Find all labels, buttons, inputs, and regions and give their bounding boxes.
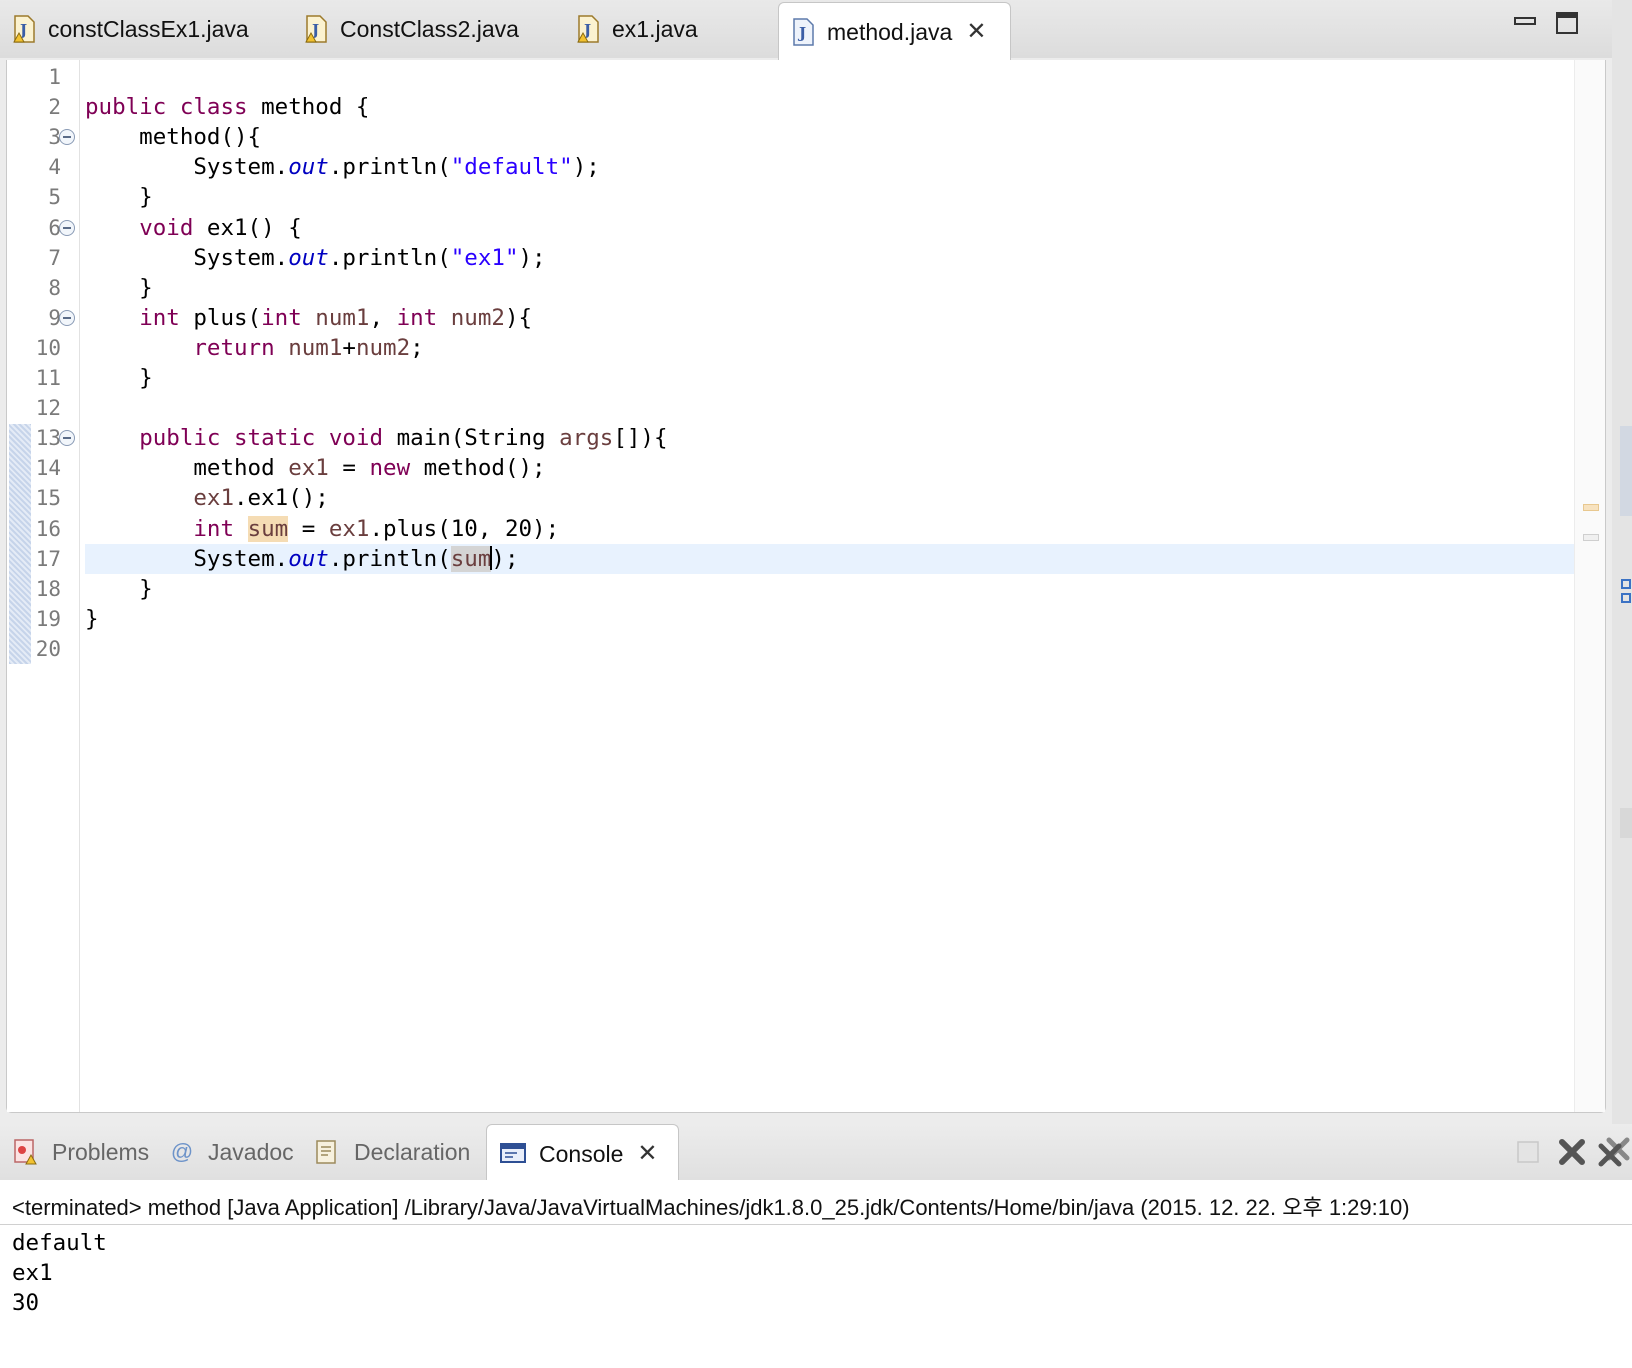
- console-output-line: ex1: [12, 1260, 53, 1286]
- close-tab-icon[interactable]: ✕: [637, 1142, 657, 1166]
- line-number-ruler: 1 2 3 4 5 6 7 8 9 10 11 12 13 14 15 16 17 18 19 20: [7, 60, 80, 1112]
- tab-ex1[interactable]: J ex1.java: [576, 0, 698, 58]
- tab-console[interactable]: Console ✕: [486, 1124, 679, 1183]
- fold-collapse-icon[interactable]: [59, 129, 75, 146]
- code-line[interactable]: }: [85, 273, 1575, 303]
- tab-javadoc[interactable]: @ Javadoc: [168, 1124, 294, 1180]
- code-line[interactable]: return num1+num2;: [85, 333, 1575, 363]
- console-output-line: 30: [12, 1290, 40, 1316]
- line-number: 15: [35, 486, 61, 511]
- code-line[interactable]: System.out.println("ex1");: [85, 243, 1575, 273]
- code-line[interactable]: }: [85, 574, 1575, 604]
- tab-label: Declaration: [354, 1138, 471, 1165]
- trim-handle[interactable]: [1620, 808, 1632, 838]
- java-file-warning-icon: J: [576, 14, 600, 44]
- tab-constclassex1[interactable]: J constClassEx1.java: [12, 0, 249, 58]
- tab-declaration[interactable]: Declaration: [314, 1124, 470, 1180]
- tab-label: constClassEx1.java: [48, 15, 249, 42]
- console-output-line: default: [12, 1230, 107, 1256]
- line-number: 4: [48, 155, 61, 180]
- problems-icon: [12, 1138, 40, 1166]
- editor-tab-bar: J constClassEx1.java J ConstClass2.java …: [0, 0, 1632, 61]
- terminate-icon[interactable]: [1512, 1136, 1544, 1168]
- remove-all-terminated-icon[interactable]: [1596, 1136, 1632, 1168]
- line-number: 13: [35, 426, 61, 451]
- occurrence-marker[interactable]: [1583, 504, 1599, 511]
- code-line[interactable]: method ex1 = new method();: [85, 453, 1575, 483]
- line-number: 5: [48, 185, 61, 210]
- maximize-icon[interactable]: [1554, 10, 1580, 36]
- outline-view-icon[interactable]: [1620, 572, 1632, 612]
- line-number: 7: [48, 245, 61, 270]
- code-line[interactable]: System.out.println(sum);: [85, 543, 1575, 574]
- line-number: 1: [48, 65, 61, 89]
- line-number: 9: [48, 305, 61, 330]
- code-line[interactable]: public static void main(String args[]){: [85, 423, 1575, 453]
- tab-label: Problems: [52, 1138, 150, 1165]
- code-line[interactable]: ex1.ex1();: [85, 483, 1575, 513]
- tab-constclass2[interactable]: J ConstClass2.java: [304, 0, 519, 58]
- code-line[interactable]: int sum = ex1.plus(10, 20);: [85, 514, 1575, 544]
- view-tab-bar: Problems @ Javadoc Declaration Console ✕: [0, 1124, 1632, 1183]
- code-editor[interactable]: 1 2 3 4 5 6 7 8 9 10 11 12 13 14 15 16 17 18 19 20 public c…: [6, 60, 1606, 1113]
- tab-label: Console: [539, 1140, 624, 1167]
- code-line[interactable]: }: [85, 363, 1575, 393]
- line-number: 6: [48, 215, 61, 240]
- line-number: 2: [48, 95, 61, 120]
- code-line[interactable]: }: [85, 604, 1575, 634]
- fold-collapse-icon[interactable]: [59, 219, 75, 236]
- code-line[interactable]: public class method {: [85, 92, 1575, 122]
- console-divider: [0, 1224, 1632, 1225]
- trim-handle[interactable]: [1620, 426, 1632, 516]
- line-number: 3: [48, 125, 61, 150]
- code-line[interactable]: int plus(int num1, int num2){: [85, 303, 1575, 333]
- code-line[interactable]: [85, 62, 1575, 92]
- tab-problems[interactable]: Problems: [12, 1124, 149, 1180]
- line-number: 19: [35, 606, 61, 631]
- remove-launch-icon[interactable]: [1556, 1136, 1588, 1168]
- code-line[interactable]: void ex1() {: [85, 213, 1575, 243]
- tab-label: Javadoc: [208, 1138, 294, 1165]
- code-line[interactable]: System.out.println("default");: [85, 152, 1575, 182]
- line-number: 12: [35, 396, 61, 421]
- svg-text:J: J: [797, 24, 806, 42]
- line-number: 11: [35, 366, 61, 390]
- fold-collapse-icon[interactable]: [59, 430, 75, 447]
- line-number: 10: [35, 335, 61, 360]
- line-number: 18: [35, 576, 61, 601]
- line-number: 8: [48, 275, 61, 300]
- overview-ruler[interactable]: [1574, 60, 1605, 1112]
- console-process-label: <terminated> method [Java Application] /…: [12, 1195, 1410, 1220]
- code-text-area[interactable]: public class method { method(){ System.o…: [85, 60, 1575, 1112]
- declaration-icon: [314, 1138, 342, 1166]
- tab-label: method.java: [827, 18, 953, 45]
- line-number: 17: [35, 546, 61, 571]
- code-line[interactable]: }: [85, 182, 1575, 212]
- code-line[interactable]: [85, 634, 1575, 664]
- close-tab-icon[interactable]: ✕: [966, 20, 986, 44]
- console-view[interactable]: <terminated> method [Java Application] /…: [0, 1180, 1632, 1368]
- code-line[interactable]: [85, 393, 1575, 423]
- code-line[interactable]: method(){: [85, 122, 1575, 152]
- fold-collapse-icon[interactable]: [59, 309, 75, 326]
- occurrence-marker[interactable]: [1583, 534, 1599, 541]
- console-icon: [499, 1140, 527, 1168]
- tab-label: ConstClass2.java: [340, 15, 519, 42]
- line-number: 16: [35, 516, 61, 541]
- java-file-icon: J: [791, 17, 815, 47]
- java-file-warning-icon: J: [304, 14, 328, 44]
- tab-method[interactable]: J method.java ✕: [778, 2, 1012, 61]
- java-file-warning-icon: J: [12, 14, 36, 44]
- tab-label: ex1.java: [612, 15, 698, 42]
- line-number: 20: [35, 636, 61, 661]
- line-number: 14: [35, 456, 61, 481]
- javadoc-at-icon: @: [170, 1139, 194, 1164]
- minimize-icon[interactable]: [1512, 10, 1538, 36]
